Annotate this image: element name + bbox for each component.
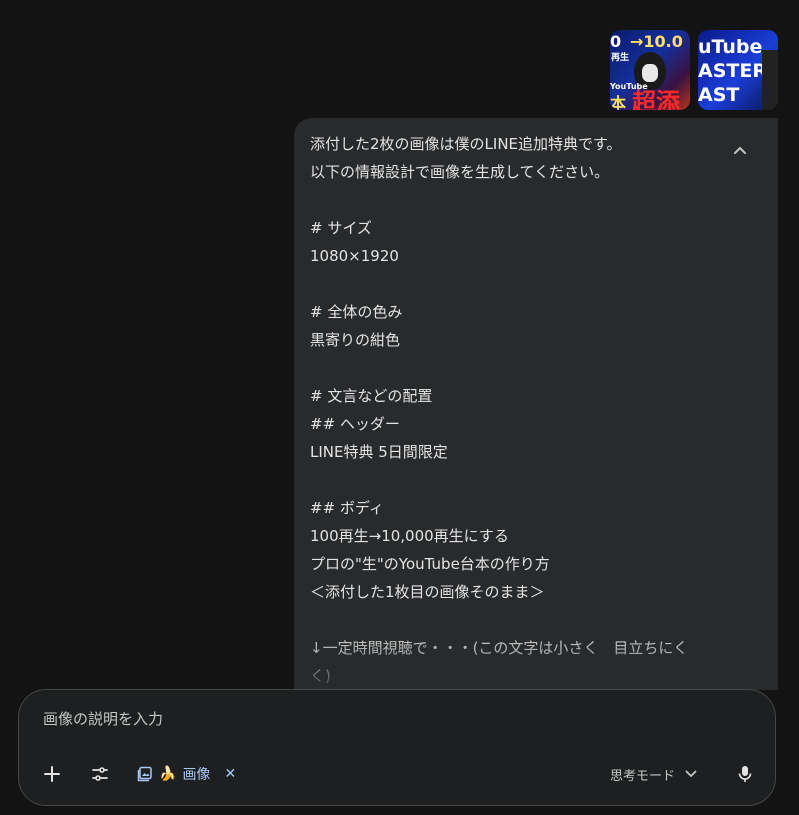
thumb-text: →10.0	[630, 32, 683, 51]
attachment-image-1[interactable]: 0 →10.0 再生 YouTube 本 超添	[610, 30, 690, 110]
thumb-text: 再生	[611, 53, 630, 63]
prompt-composer: 🍌 画像 ✕ 思考モード	[18, 689, 776, 806]
attachment-image-2[interactable]: uTube ASTER AST K	[698, 30, 778, 110]
attachment-thumbnails: 0 →10.0 再生 YouTube 本 超添 uTube ASTER AST …	[610, 30, 778, 110]
image-chip-label: 画像	[182, 767, 211, 783]
tune-icon	[92, 767, 108, 781]
thumb-text: ASTER	[698, 60, 767, 82]
message-text: 添付した2枚の画像は僕のLINE追加特典です。 以下の情報設計で画像を生成してく…	[310, 135, 689, 685]
banana-emoji: 🍌	[159, 766, 177, 782]
add-button[interactable]	[38, 760, 66, 788]
thumb-text: 超添	[632, 88, 680, 110]
collapse-button[interactable]	[730, 140, 750, 160]
tools-button[interactable]	[86, 760, 114, 788]
thumb-text: uTube	[698, 36, 763, 58]
image-tool-chip[interactable]: 🍌 画像 ✕	[137, 760, 236, 788]
mode-selector[interactable]: 思考モード	[610, 760, 697, 788]
mic-icon	[738, 766, 752, 782]
chevron-up-icon	[734, 146, 746, 154]
person-photo	[762, 50, 778, 110]
thumb-text: AST	[698, 84, 740, 106]
plus-icon	[44, 766, 60, 782]
user-message-bubble: 添付した2枚の画像は僕のLINE追加特典です。 以下の情報設計で画像を生成してく…	[294, 118, 778, 690]
image-icon	[137, 766, 152, 782]
thumb-text: 本	[610, 94, 627, 110]
thumb-text: 0	[610, 32, 622, 51]
prompt-input[interactable]	[43, 710, 643, 728]
chevron-down-icon	[685, 770, 697, 778]
close-icon[interactable]: ✕	[224, 766, 236, 782]
mic-button[interactable]	[731, 760, 759, 788]
mode-label: 思考モード	[610, 768, 676, 784]
